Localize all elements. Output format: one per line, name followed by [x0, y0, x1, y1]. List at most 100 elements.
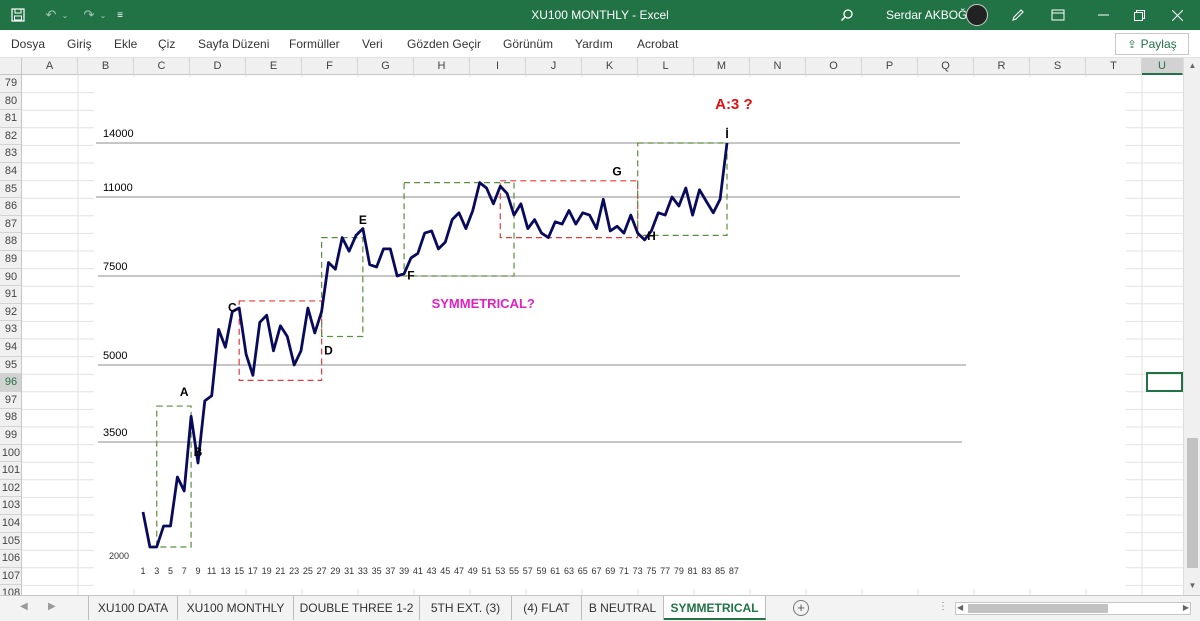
sheet-tab-double-three[interactable]: DOUBLE THREE 1-2 [294, 596, 420, 620]
row-header[interactable]: 93 [0, 321, 21, 339]
column-header[interactable]: O [806, 58, 862, 75]
next-sheet-icon[interactable]: ▶ [48, 601, 56, 612]
sheet-tab-symmetrical[interactable]: SYMMETRICAL [664, 596, 766, 620]
row-header[interactable]: 108 [0, 585, 21, 595]
tab-veri[interactable]: Veri [362, 37, 383, 51]
undo-icon[interactable]: ↶ [40, 0, 62, 30]
row-header[interactable]: 96 [0, 374, 21, 392]
column-header[interactable]: P [862, 58, 918, 75]
redo-dropdown-icon[interactable]: ⌄ [98, 0, 108, 30]
row-header[interactable]: 82 [0, 128, 21, 146]
column-header[interactable]: J [526, 58, 582, 75]
tab-gorunum[interactable]: Görünüm [503, 37, 553, 51]
share-button[interactable]: ⇪ Paylaş [1115, 33, 1189, 55]
select-all-corner[interactable] [0, 58, 22, 75]
horizontal-scrollbar[interactable]: ◀ ▶ [955, 602, 1191, 615]
pen-icon[interactable] [1006, 0, 1030, 30]
row-header[interactable]: 85 [0, 181, 21, 199]
row-header[interactable]: 104 [0, 515, 21, 533]
row-header[interactable]: 105 [0, 533, 21, 551]
column-header[interactable]: T [1086, 58, 1142, 75]
tab-giris[interactable]: Giriş [67, 37, 92, 51]
line-chart[interactable]: 14000 11000 7500 5000 3500 2000 1 3 5 7 9 11 13 15 17 1… [94, 77, 1126, 589]
tab-sayfa-duzeni[interactable]: Sayfa Düzeni [198, 37, 269, 51]
column-header[interactable]: D [190, 58, 246, 75]
sheet-tab-xu100-monthly[interactable]: XU100 MONTHLY [178, 596, 294, 620]
column-header[interactable]: E [246, 58, 302, 75]
vertical-scroll-thumb[interactable] [1187, 438, 1198, 568]
row-header[interactable]: 103 [0, 497, 21, 515]
close-icon[interactable] [1162, 0, 1192, 30]
column-header[interactable]: G [358, 58, 414, 75]
row-header[interactable]: 100 [0, 445, 21, 463]
row-header[interactable]: 90 [0, 269, 21, 287]
tab-acrobat[interactable]: Acrobat [637, 37, 678, 51]
sheet-tab-xu100-data[interactable]: XU100 DATA [88, 596, 178, 620]
ribbon-display-icon[interactable] [1046, 0, 1070, 30]
column-header[interactable]: H [414, 58, 470, 75]
scroll-right-icon[interactable]: ▶ [1183, 603, 1189, 612]
sheet-tab-b-neutral[interactable]: B NEUTRAL [582, 596, 664, 620]
row-header[interactable]: 81 [0, 110, 21, 128]
customize-toolbar-icon[interactable]: ≡ [112, 0, 128, 30]
tab-ekle[interactable]: Ekle [114, 37, 137, 51]
tab-split-handle-icon[interactable]: ⋮ [938, 601, 948, 612]
tab-yardim[interactable]: Yardım [575, 37, 613, 51]
row-header[interactable]: 107 [0, 568, 21, 586]
row-header[interactable]: 91 [0, 286, 21, 304]
tab-dosya[interactable]: Dosya [11, 37, 45, 51]
column-header[interactable]: N [750, 58, 806, 75]
column-header[interactable]: A [22, 58, 78, 75]
row-header[interactable]: 87 [0, 216, 21, 234]
tab-formuller[interactable]: Formüller [289, 37, 340, 51]
active-cell[interactable] [1146, 372, 1183, 392]
prev-sheet-icon[interactable]: ◀ [20, 601, 28, 612]
column-header[interactable]: C [134, 58, 190, 75]
restore-icon[interactable] [1124, 0, 1154, 30]
row-header[interactable]: 95 [0, 357, 21, 375]
save-icon[interactable] [6, 0, 30, 30]
row-header[interactable]: 99 [0, 427, 21, 445]
row-header[interactable]: 88 [0, 233, 21, 251]
minimize-icon[interactable] [1088, 0, 1118, 30]
row-header[interactable]: 80 [0, 93, 21, 111]
row-header[interactable]: 106 [0, 550, 21, 568]
add-sheet-icon[interactable]: + [793, 600, 809, 616]
column-header[interactable]: I [470, 58, 526, 75]
row-header[interactable]: 98 [0, 409, 21, 427]
row-header[interactable]: 97 [0, 392, 21, 410]
row-header[interactable]: 89 [0, 251, 21, 269]
row-header[interactable]: 83 [0, 145, 21, 163]
column-header[interactable]: M [694, 58, 750, 75]
vertical-scrollbar[interactable]: ▲ ▼ [1183, 58, 1200, 595]
row-header[interactable]: 101 [0, 462, 21, 480]
sheet-tab-4-flat[interactable]: (4) FLAT [512, 596, 582, 620]
search-icon[interactable] [836, 0, 858, 30]
row-header[interactable]: 92 [0, 304, 21, 322]
user-name[interactable]: Serdar AKBOĞA [886, 8, 975, 22]
undo-dropdown-icon[interactable]: ⌄ [60, 0, 70, 30]
row-header[interactable]: 94 [0, 339, 21, 357]
horizontal-scroll-thumb[interactable] [968, 604, 1108, 613]
column-header[interactable]: U [1142, 58, 1183, 75]
scroll-up-icon[interactable]: ▲ [1184, 58, 1200, 74]
redo-icon[interactable]: ↷ [78, 0, 100, 30]
tab-ciz[interactable]: Çiz [158, 37, 175, 51]
column-header[interactable]: K [582, 58, 638, 75]
scroll-left-icon[interactable]: ◀ [957, 603, 963, 612]
y-axis-min-label: 2000 [109, 551, 129, 561]
scroll-down-icon[interactable]: ▼ [1184, 578, 1200, 594]
column-header[interactable]: L [638, 58, 694, 75]
row-header[interactable]: 102 [0, 480, 21, 498]
row-header[interactable]: 79 [0, 75, 21, 93]
column-header[interactable]: F [302, 58, 358, 75]
row-header[interactable]: 86 [0, 198, 21, 216]
column-header[interactable]: S [1030, 58, 1086, 75]
column-header[interactable]: Q [918, 58, 974, 75]
tab-gozden-gecir[interactable]: Gözden Geçir [407, 37, 481, 51]
sheet-tab-5th-ext[interactable]: 5TH EXT. (3) [420, 596, 512, 620]
column-header[interactable]: B [78, 58, 134, 75]
avatar[interactable] [966, 4, 988, 26]
column-header[interactable]: R [974, 58, 1030, 75]
row-header[interactable]: 84 [0, 163, 21, 181]
